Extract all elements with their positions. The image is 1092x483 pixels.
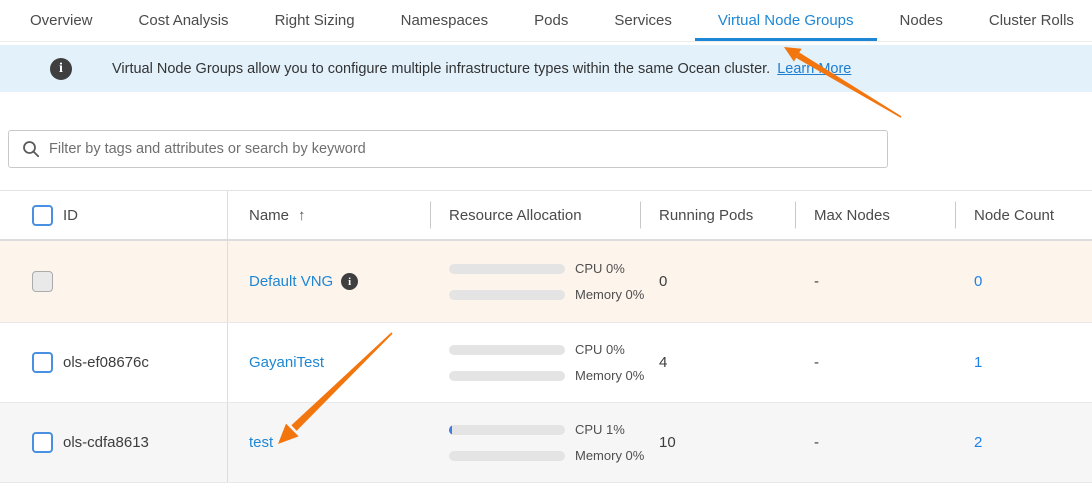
row-checkbox[interactable] [32,432,53,453]
vng-table: ID Name ↑ Resource Allocation Running Po… [0,190,1092,483]
memory-usage-bar [449,290,565,300]
tab-cost-analysis[interactable]: Cost Analysis [116,0,252,41]
column-header-node-count[interactable]: Node Count [955,191,1092,239]
tab-nodes[interactable]: Nodes [877,0,966,41]
memory-label: Memory 0% [575,368,644,383]
info-banner: i Virtual Node Groups allow you to confi… [0,45,1092,92]
running-pods-value: 0 [659,273,667,290]
running-pods-value: 10 [659,434,676,451]
memory-usage-bar [449,371,565,381]
running-pods-value: 4 [659,354,667,371]
memory-label: Memory 0% [575,287,644,302]
search-icon [22,140,40,158]
table-row-test: ols-cdfa8613 test CPU 1% Memory 0% 10 - … [0,403,1092,483]
cpu-label: CPU 0% [575,261,625,276]
tab-overview[interactable]: Overview [7,0,116,41]
column-header-id[interactable]: ID [60,191,228,239]
cpu-usage-bar [449,345,565,355]
cluster-tab-bar: Overview Cost Analysis Right Sizing Name… [0,0,1092,42]
sort-ascending-icon: ↑ [298,207,306,224]
column-header-resource-allocation[interactable]: Resource Allocation [430,191,640,239]
tab-services[interactable]: Services [591,0,695,41]
row-id: ols-cdfa8613 [63,434,149,451]
cpu-usage-bar [449,425,565,435]
node-count-link[interactable]: 0 [974,273,982,290]
vng-name-link[interactable]: GayaniTest [249,354,324,371]
table-row-default-vng: Default VNG i CPU 0% Memory 0% 0 - 0 [0,241,1092,323]
table-row-gayanitest: ols-ef08676c GayaniTest CPU 0% Memory 0%… [0,323,1092,403]
memory-usage-bar [449,451,565,461]
memory-label: Memory 0% [575,448,644,463]
vng-name-link[interactable]: Default VNG [249,273,333,290]
row-checkbox[interactable] [32,352,53,373]
tab-right-sizing[interactable]: Right Sizing [252,0,378,41]
info-icon[interactable]: i [341,273,358,290]
row-id: ols-ef08676c [63,354,149,371]
tab-cluster-rolls[interactable]: Cluster Rolls [966,0,1092,41]
max-nodes-value: - [814,434,819,451]
select-all-checkbox[interactable] [32,205,53,226]
tab-pods[interactable]: Pods [511,0,591,41]
max-nodes-value: - [814,273,819,290]
table-header-row: ID Name ↑ Resource Allocation Running Po… [0,191,1092,241]
cpu-usage-bar [449,264,565,274]
node-count-link[interactable]: 2 [974,434,982,451]
learn-more-link[interactable]: Learn More [777,61,851,77]
column-header-max-nodes[interactable]: Max Nodes [795,191,955,239]
node-count-link[interactable]: 1 [974,354,982,371]
tab-namespaces[interactable]: Namespaces [378,0,512,41]
banner-text: Virtual Node Groups allow you to configu… [112,61,770,77]
vng-name-link[interactable]: test [249,434,273,451]
cpu-label: CPU 1% [575,422,625,437]
filter-search-box [8,130,888,168]
info-icon: i [50,58,72,80]
row-checkbox[interactable] [32,271,53,292]
tab-virtual-node-groups[interactable]: Virtual Node Groups [695,0,877,41]
search-input[interactable] [49,131,887,167]
cpu-label: CPU 0% [575,342,625,357]
column-header-name[interactable]: Name ↑ [228,191,430,239]
max-nodes-value: - [814,354,819,371]
column-header-running-pods[interactable]: Running Pods [640,191,795,239]
